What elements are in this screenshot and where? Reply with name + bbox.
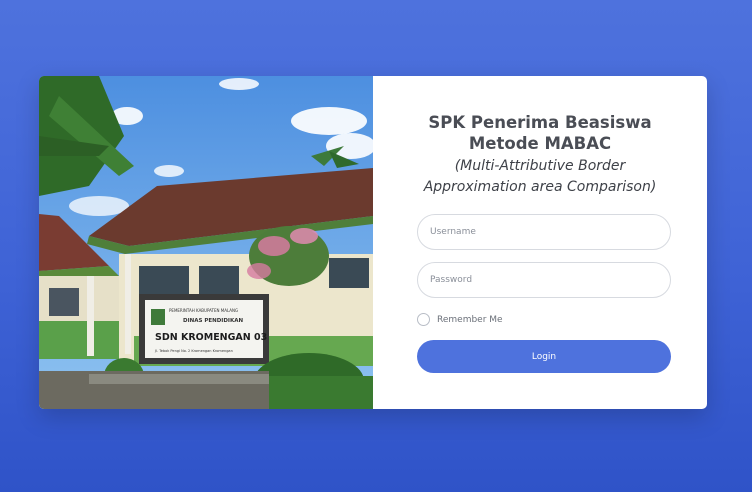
sign-line-3: SDN KROMENGAN 03 [155, 332, 267, 343]
login-button[interactable]: Login [417, 340, 671, 373]
remember-me-row[interactable]: Remember Me [417, 313, 503, 326]
page-title: SPK Penerima Beasiswa Metode MABAC [373, 112, 707, 154]
login-form-panel: SPK Penerima Beasiswa Metode MABAC (Mult… [373, 76, 707, 409]
sign-line-4: Jl. Tebok Pengi No. 2 Kromengan Kromenga… [154, 349, 233, 353]
page-subtitle: (Multi-Attributive Border Approximation … [373, 156, 707, 198]
subtitle-line-1: (Multi-Attributive Border [454, 158, 626, 174]
remember-me-label: Remember Me [437, 314, 503, 325]
sign-line-2: DINAS PENDIDIKAN [183, 318, 243, 324]
login-card: PEMERINTAH KABUPATEN MALANG DINAS PENDID… [39, 76, 707, 409]
title-line-2: Metode MABAC [468, 134, 612, 153]
title-line-1: SPK Penerima Beasiswa [428, 113, 652, 132]
sign-line-1: PEMERINTAH KABUPATEN MALANG [169, 308, 238, 313]
remember-me-checkbox[interactable] [417, 313, 430, 326]
subtitle-line-2: Approximation area Comparison) [423, 179, 657, 195]
school-photo: PEMERINTAH KABUPATEN MALANG DINAS PENDID… [39, 76, 373, 409]
username-input[interactable] [417, 214, 671, 250]
password-input[interactable] [417, 262, 671, 298]
